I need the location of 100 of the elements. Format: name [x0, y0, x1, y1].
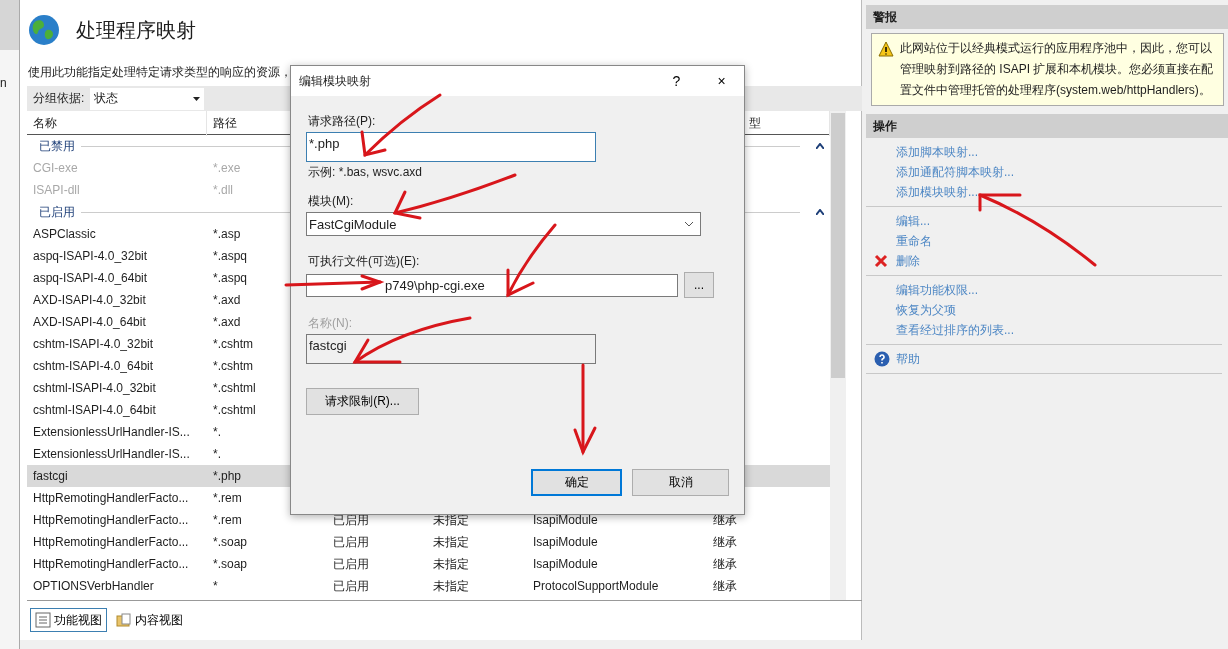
table-cell: *.dll [213, 183, 233, 197]
module-select[interactable]: FastCgiModule [306, 212, 701, 236]
action-link[interactable]: 添加模块映射... [866, 182, 1222, 202]
page-title: 处理程序映射 [76, 17, 196, 43]
table-cell: ASPClassic [33, 227, 96, 241]
table-cell: * [213, 579, 218, 593]
action-link[interactable]: 查看经过排序的列表... [866, 320, 1222, 340]
table-row[interactable]: HttpRemotingHandlerFacto... *.soap 已启用 未指定 IsapiModule 继承 [27, 553, 830, 575]
table-cell: 继承 [713, 511, 737, 529]
table-cell: HttpRemotingHandlerFacto... [33, 491, 189, 505]
action-link[interactable]: 编辑功能权限... [866, 280, 1222, 300]
action-link[interactable]: 添加通配符脚本映射... [866, 162, 1222, 182]
table-cell: *.soap [213, 535, 248, 549]
table-row[interactable]: OPTIONSVerbHandler * 已启用 未指定 ProtocolSupportModule 继承 [27, 575, 830, 597]
browse-button[interactable]: ... [684, 272, 714, 298]
table-cell: 未指定 [433, 533, 469, 551]
table-cell: *. [213, 425, 221, 439]
table-cell: cshtm-ISAPI-4.0_64bit [33, 359, 154, 373]
table-cell: *.cshtm [213, 359, 253, 373]
table-cell: *.cshtm [213, 337, 253, 351]
collapse-icon[interactable] [816, 209, 824, 215]
action-link[interactable]: 帮助 [866, 349, 1222, 369]
column-header[interactable]: 名称 [33, 116, 57, 130]
side-panel [0, 0, 19, 50]
delete-icon [874, 254, 888, 268]
field-label: 可执行文件(可选)(E): [307, 253, 421, 270]
ok-button[interactable]: 确定 [531, 469, 622, 496]
table-cell: aspq-ISAPI-4.0_64bit [33, 271, 148, 285]
table-cell: AXD-ISAPI-4.0_64bit [33, 315, 146, 329]
page-description: 使用此功能指定处理特定请求类型的响应的资源， [28, 64, 292, 81]
table-cell: ExtensionlessUrlHandler-IS... [33, 425, 190, 439]
close-button[interactable]: × [699, 66, 744, 96]
table-cell: *. [213, 447, 221, 461]
table-cell: ProtocolSupportModule [533, 579, 659, 593]
table-cell: fastcgi [33, 469, 68, 483]
chevron-down-icon [684, 221, 694, 227]
table-cell: CGI-exe [33, 161, 78, 175]
table-cell: *.cshtml [213, 403, 256, 417]
globe-icon [28, 14, 60, 46]
collapse-icon[interactable] [816, 143, 824, 149]
action-link[interactable]: 添加脚本映射... [866, 142, 1222, 162]
table-cell: 已启用 [333, 555, 369, 573]
field-label: 名称(N): [307, 315, 353, 332]
table-cell: OPTIONSVerbHandler [33, 579, 154, 593]
table-cell: 继承 [713, 533, 737, 551]
table-row[interactable]: HttpRemotingHandlerFacto... *.soap 已启用 未指定 IsapiModule 继承 [27, 531, 830, 553]
action-link[interactable]: 重命名 [866, 231, 1222, 251]
cancel-button[interactable]: 取消 [632, 469, 729, 496]
example-hint: 示例: *.bas, wsvc.axd [307, 164, 424, 181]
table-cell: *.exe [213, 161, 241, 175]
table-cell: 已启用 [333, 577, 369, 595]
action-link[interactable]: 删除 [866, 251, 1222, 271]
table-cell: *.axd [213, 293, 241, 307]
table-cell: *.aspq [213, 249, 248, 263]
sidebar-text: n [0, 76, 8, 90]
group-by-select[interactable]: 状态 [90, 87, 205, 110]
action-link[interactable]: 编辑... [866, 211, 1222, 231]
table-cell: *.asp [213, 227, 241, 241]
executable-field[interactable]: p749\php-cgi.exe [306, 273, 678, 297]
pane-header: 警报 [866, 5, 1228, 29]
table-cell: 继承 [713, 555, 737, 573]
table-cell: 已启用 [333, 533, 369, 551]
table-cell: AXD-ISAPI-4.0_32bit [33, 293, 146, 307]
table-cell: *.rem [213, 491, 242, 505]
table-cell: *.rem [213, 513, 242, 527]
scrollbar[interactable] [830, 111, 846, 600]
table-cell: HttpRemotingHandlerFacto... [33, 513, 189, 527]
table-cell: *.php [213, 469, 242, 483]
group-label: 已禁用 [39, 137, 75, 155]
table-cell: IsapiModule [533, 557, 598, 571]
column-header[interactable]: 型 [749, 116, 761, 130]
table-cell: ISAPI-dll [33, 183, 80, 197]
table-cell: IsapiModule [533, 535, 598, 549]
table-cell: ExtensionlessUrlHandler-IS... [33, 447, 190, 461]
action-link[interactable]: 恢复为父项 [866, 300, 1222, 320]
dropdown-icon [193, 96, 201, 101]
table-cell: IsapiModule [533, 513, 598, 527]
list-icon [35, 612, 51, 628]
table-cell: HttpRemotingHandlerFacto... [33, 557, 189, 571]
group-label: 已启用 [39, 203, 75, 221]
field-label: 请求路径(P): [307, 113, 377, 130]
field-label: 模块(M): [307, 193, 355, 210]
group-by-label: 分组依据: [32, 90, 86, 107]
dialog-title: 编辑模块映射 [299, 72, 372, 90]
view-tab[interactable]: 功能视图 [30, 608, 107, 632]
table-cell: *.aspq [213, 271, 248, 285]
table-cell: *.cshtml [213, 381, 256, 395]
alert-message: 此网站位于以经典模式运行的应用程序池中，因此，您可以管理映射到路径的 ISAPI 扩展和本机模块。您必须直接在配置文件中管理托管的处理程序(system.web/httpHandlers)。 [900, 40, 1215, 99]
request-path-field[interactable]: *.php [306, 132, 596, 162]
table-cell: 继承 [713, 577, 737, 595]
help-icon [874, 351, 890, 367]
column-header[interactable]: 路径 [213, 116, 237, 130]
view-tab[interactable]: 内容视图 [111, 608, 188, 632]
table-cell: *.axd [213, 315, 241, 329]
table-cell: cshtm-ISAPI-4.0_32bit [33, 337, 154, 351]
table-cell: *.soap [213, 557, 248, 571]
help-button[interactable]: ? [654, 66, 699, 96]
table-cell: cshtml-ISAPI-4.0_32bit [33, 381, 156, 395]
table-cell: 未指定 [433, 555, 469, 573]
request-restrictions-button[interactable]: 请求限制(R)... [306, 388, 419, 415]
